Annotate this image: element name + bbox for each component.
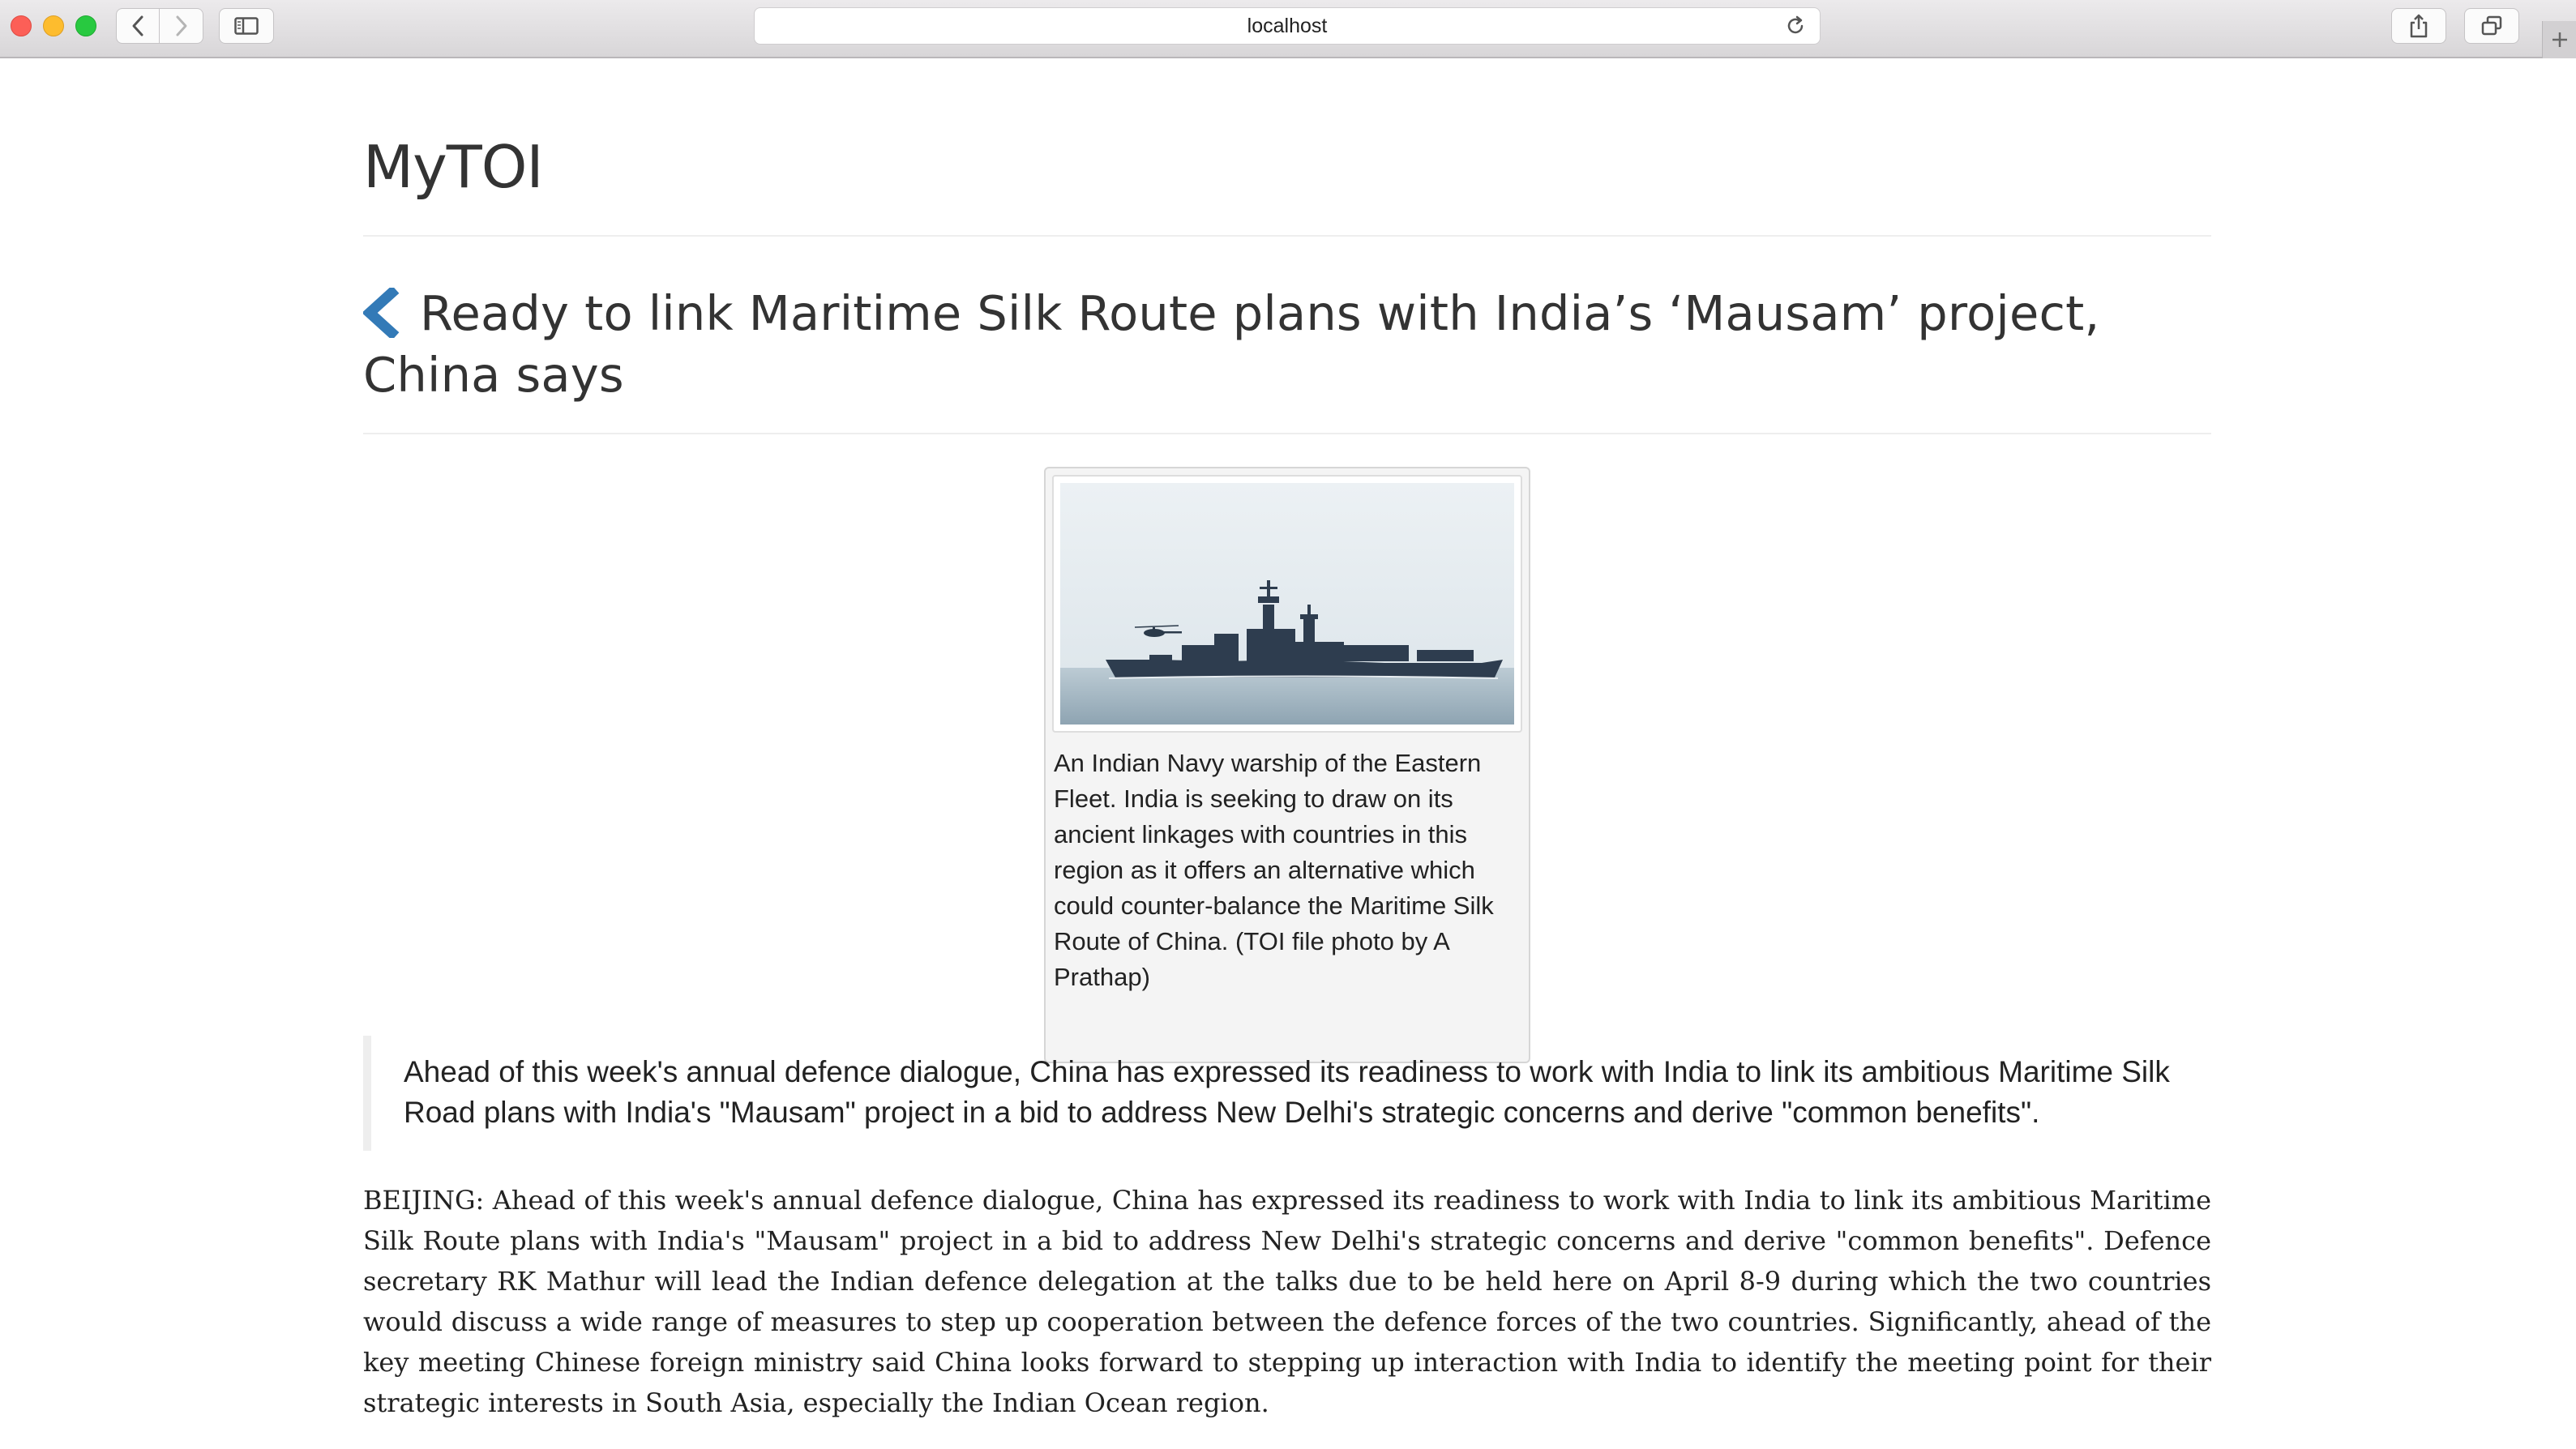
tab-overview-button[interactable] (2464, 8, 2519, 44)
headline-text: Ready to link Maritime Silk Route plans … (363, 285, 2100, 403)
browser-toolbar: localhost (0, 0, 2576, 58)
new-tab-button[interactable] (2542, 21, 2576, 58)
site-title[interactable]: MyTOI (363, 138, 2211, 196)
window-zoom-button[interactable] (75, 15, 96, 36)
sidebar-icon (234, 17, 259, 35)
article-header: Ready to link Maritime Silk Route plans … (362, 237, 2211, 434)
article-summary: Ahead of this week's annual defence dial… (363, 1036, 2211, 1151)
sidebar-toggle-button[interactable] (219, 8, 274, 44)
share-button[interactable] (2391, 8, 2446, 44)
forward-button[interactable] (160, 8, 203, 44)
photo-frame (1052, 475, 1522, 733)
image-caption: An Indian Navy warship of the Eastern Fl… (1054, 749, 1494, 991)
reload-icon[interactable] (1784, 15, 1807, 37)
site-header: MyTOI (363, 58, 2211, 237)
back-to-list-link[interactable] (362, 285, 400, 348)
chevron-right-icon (176, 15, 186, 36)
chevron-left-icon (132, 15, 143, 36)
page-content: MyTOI Ready to link Maritime Silk Route … (362, 58, 2211, 1418)
article-headline: Ready to link Maritime Silk Route plans … (362, 285, 2211, 403)
share-icon (2410, 14, 2428, 38)
chevron-left-icon (362, 285, 400, 340)
address-bar-url: localhost (1247, 14, 1328, 37)
window-minimize-button[interactable] (43, 15, 64, 36)
window-close-button[interactable] (11, 15, 32, 36)
article-body: BEIJING: Ahead of this week's annual def… (363, 1185, 2211, 1418)
tabs-overview-icon (2481, 15, 2502, 36)
warship-photo (1060, 483, 1514, 724)
back-button[interactable] (116, 8, 160, 44)
address-bar[interactable]: localhost (754, 7, 1821, 45)
article-figure: An Indian Navy warship of the Eastern Fl… (1044, 467, 1530, 1063)
plus-icon (2552, 32, 2567, 47)
